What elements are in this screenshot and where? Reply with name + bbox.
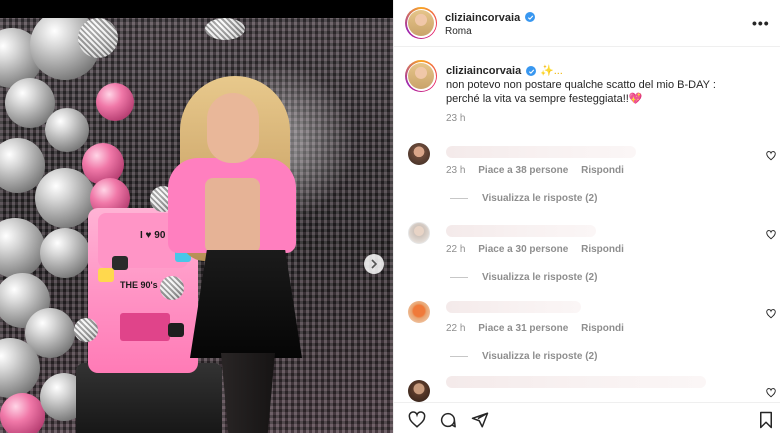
caption-sparkle: ✨... bbox=[540, 65, 563, 77]
balloon bbox=[96, 83, 134, 121]
comment-icon[interactable] bbox=[439, 411, 457, 429]
heart-icon[interactable] bbox=[408, 411, 426, 429]
comment-text-blurred bbox=[446, 225, 596, 237]
leather-skirt bbox=[190, 250, 302, 358]
like-comment-heart-icon[interactable] bbox=[766, 151, 776, 161]
share-icon[interactable] bbox=[471, 411, 489, 429]
balloon bbox=[0, 218, 45, 278]
view-replies-button[interactable]: Visualizza le risposte (2) bbox=[450, 272, 597, 283]
bookmark-icon[interactable] bbox=[757, 411, 775, 429]
post-media: I ♥ 90 THE 90's bbox=[0, 0, 393, 433]
comment-text-blurred bbox=[446, 146, 636, 158]
chevron-right-icon bbox=[371, 259, 378, 269]
more-options-button[interactable]: ••• bbox=[752, 15, 770, 31]
heart-emoji: 💖 bbox=[628, 93, 643, 105]
cake-sticker bbox=[112, 256, 128, 270]
caption-avatar[interactable] bbox=[405, 60, 437, 92]
like-comment-heart-icon[interactable] bbox=[766, 388, 776, 398]
comment-text-blurred bbox=[446, 376, 706, 388]
commenter-avatar[interactable] bbox=[408, 380, 430, 402]
caption-text: non potevo non postare qualche scatto de… bbox=[446, 78, 746, 106]
post-photo[interactable]: I ♥ 90 THE 90's bbox=[0, 18, 393, 433]
balloon bbox=[45, 108, 89, 152]
cake-sticker bbox=[98, 268, 114, 282]
balloon bbox=[0, 393, 45, 433]
author-username[interactable]: cliziaincorvaia bbox=[445, 12, 520, 24]
boombox-sticker bbox=[120, 313, 170, 341]
reply-button[interactable]: Rispondi bbox=[581, 244, 624, 255]
media-top-bar bbox=[0, 0, 393, 18]
view-replies-label: Visualizza le risposte (2) bbox=[482, 351, 598, 362]
comment-timestamp: 22 h bbox=[446, 323, 466, 334]
comment-likes[interactable]: Piace a 38 persone bbox=[478, 165, 568, 176]
balloon bbox=[40, 228, 90, 278]
cake-text-i-love-90: I ♥ 90 bbox=[140, 230, 166, 241]
commenter-avatar[interactable] bbox=[408, 222, 430, 244]
reply-button[interactable]: Rispondi bbox=[581, 323, 624, 334]
comment-meta: 23 h Piace a 38 persone Rispondi bbox=[446, 165, 634, 176]
woman-torso bbox=[205, 178, 260, 253]
post-location[interactable]: Roma bbox=[445, 26, 472, 37]
next-photo-button[interactable] bbox=[364, 254, 384, 274]
cake-sticker bbox=[168, 323, 184, 337]
disco-ball bbox=[74, 318, 98, 342]
caption-line-2: perché la vita va sempre festeggiata!!💖 bbox=[446, 92, 746, 106]
post-header: cliziaincorvaia Roma ••• bbox=[394, 0, 780, 47]
disco-ball bbox=[78, 18, 118, 58]
disco-ball bbox=[205, 18, 245, 40]
caption-timestamp: 23 h bbox=[446, 113, 466, 124]
author-avatar[interactable] bbox=[405, 7, 437, 39]
view-replies-label: Visualizza le risposte (2) bbox=[482, 272, 598, 283]
comment-meta: 22 h Piace a 31 persone Rispondi bbox=[446, 323, 634, 334]
like-comment-heart-icon[interactable] bbox=[766, 309, 776, 319]
woman-legs bbox=[221, 353, 275, 433]
comment-likes[interactable]: Piace a 30 persone bbox=[478, 244, 568, 255]
commenter-avatar[interactable] bbox=[408, 143, 430, 165]
caption-line-1: non potevo non postare qualche scatto de… bbox=[446, 79, 716, 91]
like-comment-heart-icon[interactable] bbox=[766, 230, 776, 240]
woman-face bbox=[207, 93, 259, 163]
post-action-bar bbox=[394, 402, 780, 433]
caption-line-2-text: perché la vita va sempre festeggiata!! bbox=[446, 93, 629, 105]
comment-timestamp: 22 h bbox=[446, 244, 466, 255]
comment-text-blurred bbox=[446, 301, 581, 313]
balloon bbox=[35, 168, 95, 228]
commenter-avatar[interactable] bbox=[408, 301, 430, 323]
view-replies-button[interactable]: Visualizza le risposte (2) bbox=[450, 193, 597, 204]
view-replies-button[interactable]: Visualizza le risposte (2) bbox=[450, 351, 597, 362]
disco-ball bbox=[160, 276, 184, 300]
verified-badge-icon bbox=[525, 12, 535, 22]
cake-text-the-90s: THE 90's bbox=[120, 280, 158, 290]
comment-meta: 22 h Piace a 30 persone Rispondi bbox=[446, 244, 634, 255]
comment-timestamp: 23 h bbox=[446, 165, 466, 176]
cake-table bbox=[76, 363, 222, 433]
verified-badge-icon bbox=[526, 66, 536, 76]
post-details-panel: cliziaincorvaia Roma ••• cliziaincorvaia… bbox=[393, 0, 780, 433]
caption-username[interactable]: cliziaincorvaia bbox=[446, 65, 521, 77]
comment-likes[interactable]: Piace a 31 persone bbox=[478, 323, 568, 334]
reply-button[interactable]: Rispondi bbox=[581, 165, 624, 176]
view-replies-label: Visualizza le risposte (2) bbox=[482, 193, 598, 204]
